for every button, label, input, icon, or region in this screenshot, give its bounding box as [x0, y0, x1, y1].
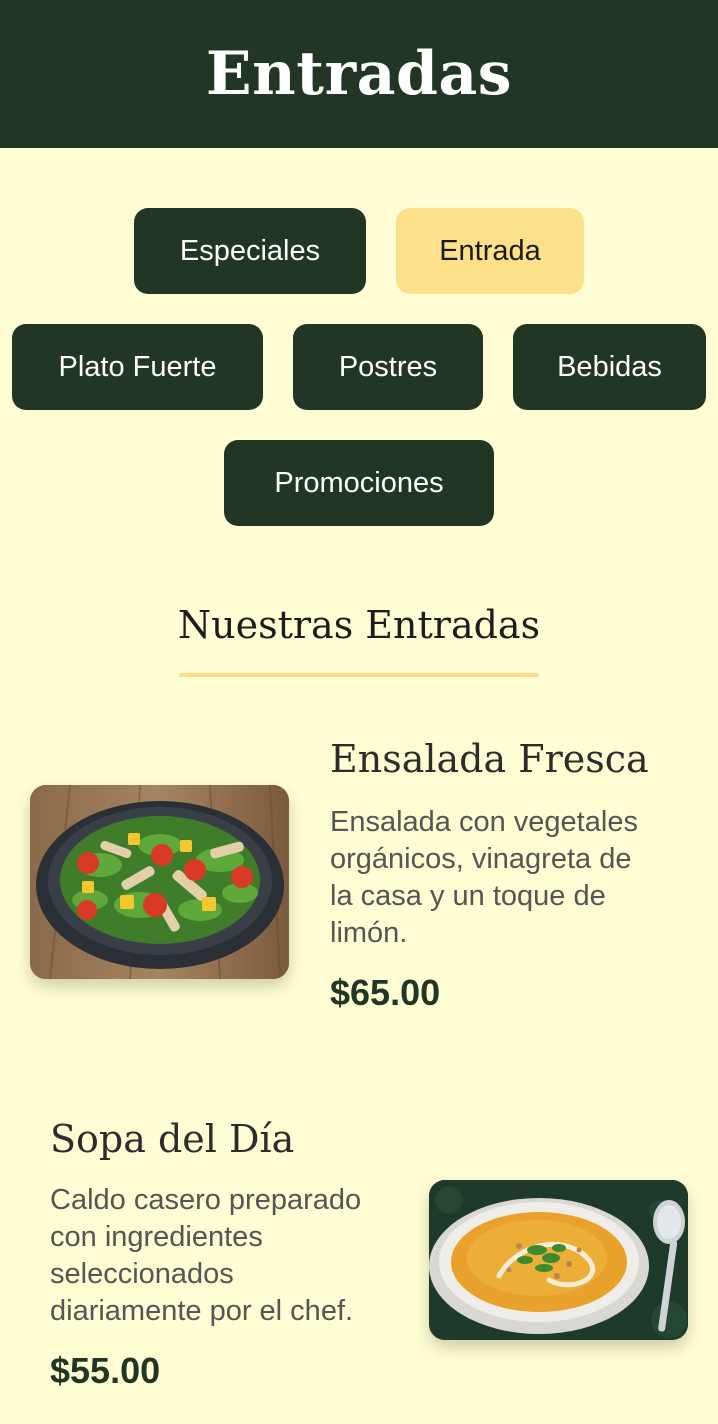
dish-description: Caldo casero preparado con ingredientes …	[50, 1182, 361, 1330]
dish-description-line: Caldo casero preparado	[50, 1184, 362, 1216]
dish-description-line: orgánicos, vinagreta de	[330, 843, 632, 875]
dish-name: Ensalada Fresca	[330, 737, 649, 781]
dish-name: Sopa del Día	[50, 1117, 295, 1161]
page-header: Entradas	[0, 0, 718, 148]
dish-description-line: Ensalada con vegetales	[330, 806, 638, 838]
soup-image	[429, 1180, 688, 1340]
dish-description-line: limón.	[330, 917, 408, 949]
category-button-especiales[interactable]: Especiales	[134, 208, 366, 294]
dish-description-line: con ingredientes	[50, 1221, 263, 1253]
page-title: Entradas	[205, 39, 513, 109]
salad-photo	[30, 785, 289, 979]
dish-description: Ensalada con vegetales orgánicos, vinagr…	[330, 804, 638, 952]
dish-description-line: diariamente por el chef.	[50, 1295, 354, 1327]
category-button-postres[interactable]: Postres	[293, 324, 483, 410]
salad-image	[30, 785, 289, 979]
title-underline	[179, 673, 539, 677]
soup-photo	[429, 1180, 688, 1340]
dish-price: $55.00	[50, 1350, 161, 1391]
section-title: Nuestras Entradas	[177, 603, 541, 647]
dish-description-line: seleccionados	[50, 1258, 234, 1290]
dish-price: $65.00	[330, 972, 441, 1013]
category-button-plato-fuerte[interactable]: Plato Fuerte	[12, 324, 263, 410]
category-button-bebidas[interactable]: Bebidas	[513, 324, 706, 410]
category-button-promociones[interactable]: Promociones	[224, 440, 494, 526]
dish-description-line: la casa y un toque de	[330, 880, 606, 912]
category-button-entrada[interactable]: Entrada	[396, 208, 584, 294]
